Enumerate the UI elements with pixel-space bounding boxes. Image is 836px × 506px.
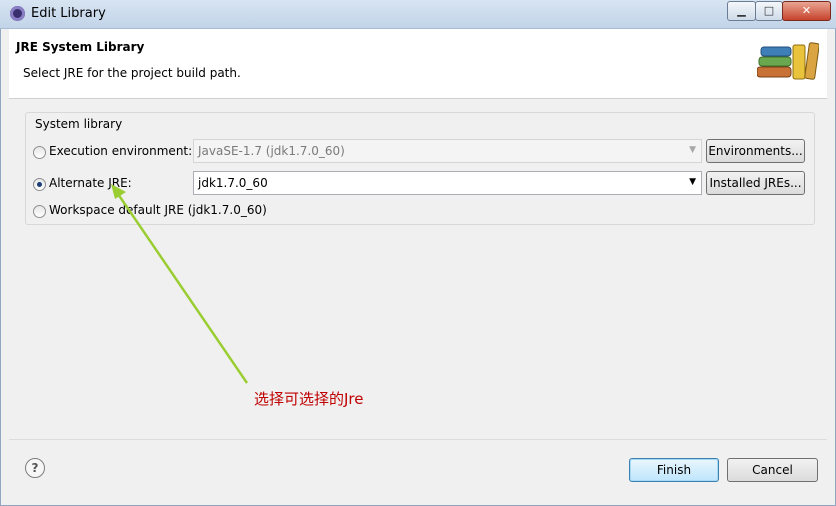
footer-separator (9, 439, 827, 440)
annotation-arrow-line (116, 193, 249, 384)
annotation-arrowhead (111, 184, 126, 199)
cancel-button[interactable]: Cancel (727, 458, 818, 482)
help-icon[interactable]: ? (25, 458, 45, 478)
annotation-arrow (111, 184, 249, 384)
annotation-text: 选择可选择的Jre (254, 390, 364, 408)
finish-button[interactable]: Finish (629, 458, 719, 482)
